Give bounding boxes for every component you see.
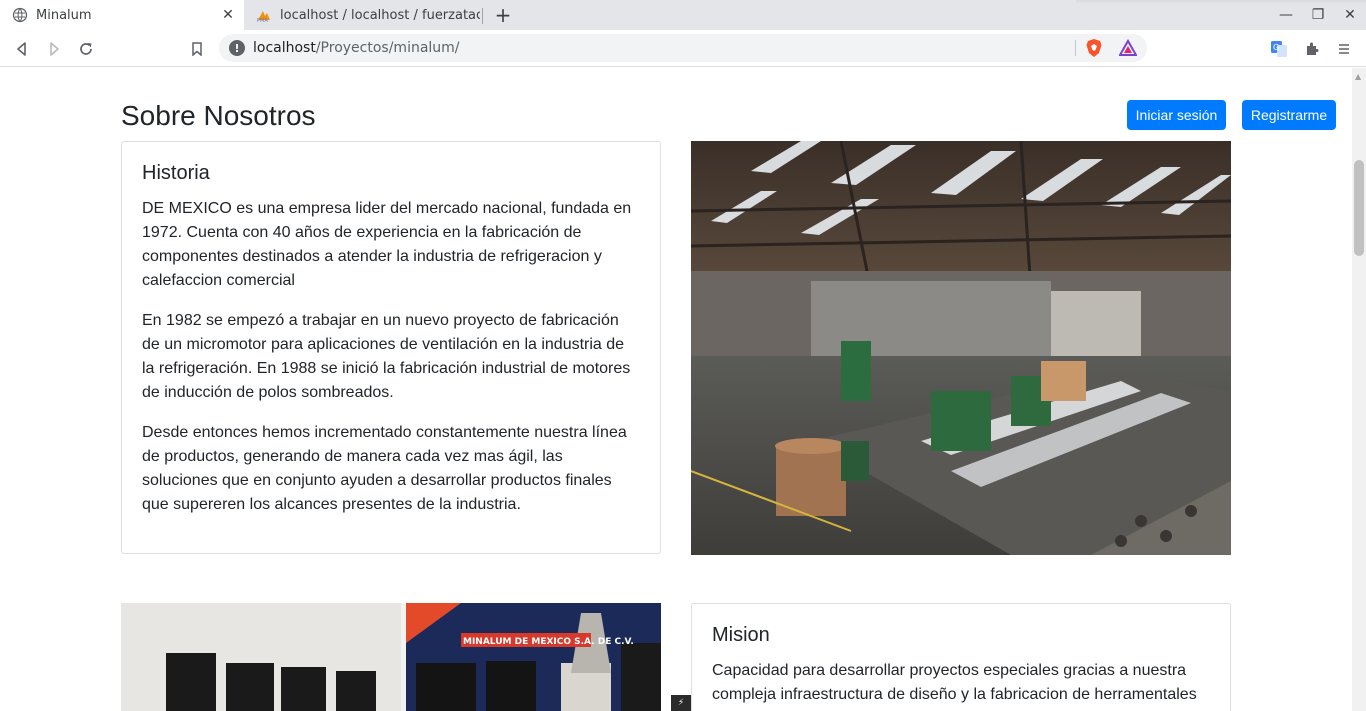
minimize-icon[interactable]: — bbox=[1270, 7, 1302, 23]
svg-text:PMA: PMA bbox=[257, 18, 268, 23]
section-title: Sobre Nosotros bbox=[121, 100, 316, 131]
expo-photo: MINALUM DE MEXICO S.A. DE C.V. bbox=[121, 603, 661, 711]
historia-paragraph: En 1982 se empezó a trabajar en un nuevo… bbox=[142, 312, 631, 401]
scroll-up-icon[interactable]: ▲ bbox=[1355, 72, 1361, 81]
browser-toolbar: ! localhost/Proyectos/minalum/ G bbox=[0, 30, 1366, 67]
register-button[interactable]: Registrarme bbox=[1242, 100, 1336, 130]
historia-title: Historia bbox=[142, 162, 210, 184]
page-scrollbar[interactable]: ▲ bbox=[1352, 68, 1366, 711]
mision-card: Mision Capacidad para desarrollar proyec… bbox=[691, 603, 1231, 711]
tab-phpmyadmin[interactable]: PMA localhost / localhost / fuerzatac bbox=[244, 0, 480, 30]
tab-title: Minalum bbox=[36, 7, 92, 23]
restore-icon[interactable]: ❐ bbox=[1302, 7, 1334, 23]
bookmark-icon[interactable] bbox=[184, 36, 210, 62]
window-controls: — ❐ ✕ bbox=[1270, 0, 1366, 30]
back-icon[interactable] bbox=[9, 36, 35, 62]
reload-icon[interactable] bbox=[73, 36, 99, 62]
historia-paragraph: DE MEXICO es una empresa lider del merca… bbox=[142, 200, 632, 289]
factory-photo bbox=[691, 141, 1231, 555]
browser-tab-bar: Minalum ✕ PMA localhost / localhost / fu… bbox=[0, 0, 1366, 30]
site-info-icon[interactable]: ! bbox=[229, 40, 245, 56]
close-tab-icon[interactable]: ✕ bbox=[218, 5, 238, 25]
new-tab-button[interactable]: + bbox=[490, 3, 516, 27]
extensions-icon[interactable] bbox=[1299, 36, 1325, 62]
menu-icon[interactable] bbox=[1331, 36, 1357, 62]
login-button[interactable]: Iniciar sesión bbox=[1127, 100, 1226, 130]
url-text: localhost/Proyectos/minalum/ bbox=[253, 40, 460, 56]
brave-shields-icon[interactable] bbox=[1085, 38, 1103, 58]
globe-icon bbox=[12, 7, 28, 23]
forward-icon[interactable] bbox=[41, 36, 67, 62]
historia-card: Historia DE MEXICO es una empresa lider … bbox=[121, 141, 661, 554]
phpmyadmin-icon: PMA bbox=[256, 7, 272, 24]
svg-text:G: G bbox=[1273, 43, 1279, 52]
page-content: Sobre Nosotros Iniciar sesión Registrarm… bbox=[0, 68, 1352, 711]
tab-title: localhost / localhost / fuerzatac bbox=[280, 7, 480, 23]
brave-rewards-icon[interactable] bbox=[1118, 38, 1138, 57]
close-window-icon[interactable]: ✕ bbox=[1334, 7, 1366, 23]
omnibox-divider bbox=[1075, 40, 1076, 56]
mision-title: Mision bbox=[712, 624, 770, 646]
mision-paragraph: Capacidad para desarrollar proyectos esp… bbox=[712, 662, 1197, 703]
expo-banner-text: MINALUM DE MEXICO S.A. DE C.V. bbox=[463, 637, 634, 647]
tab-separator bbox=[482, 8, 483, 24]
tab-minalum[interactable]: Minalum ✕ bbox=[0, 0, 244, 30]
address-bar[interactable]: ! localhost/Proyectos/minalum/ bbox=[219, 34, 1147, 62]
debug-toolbar-icon[interactable]: ⚡ bbox=[671, 695, 691, 711]
historia-paragraph: Desde entonces hemos incrementado consta… bbox=[142, 424, 627, 513]
scrollbar-thumb[interactable] bbox=[1354, 160, 1364, 256]
translate-icon[interactable]: G bbox=[1266, 36, 1292, 62]
